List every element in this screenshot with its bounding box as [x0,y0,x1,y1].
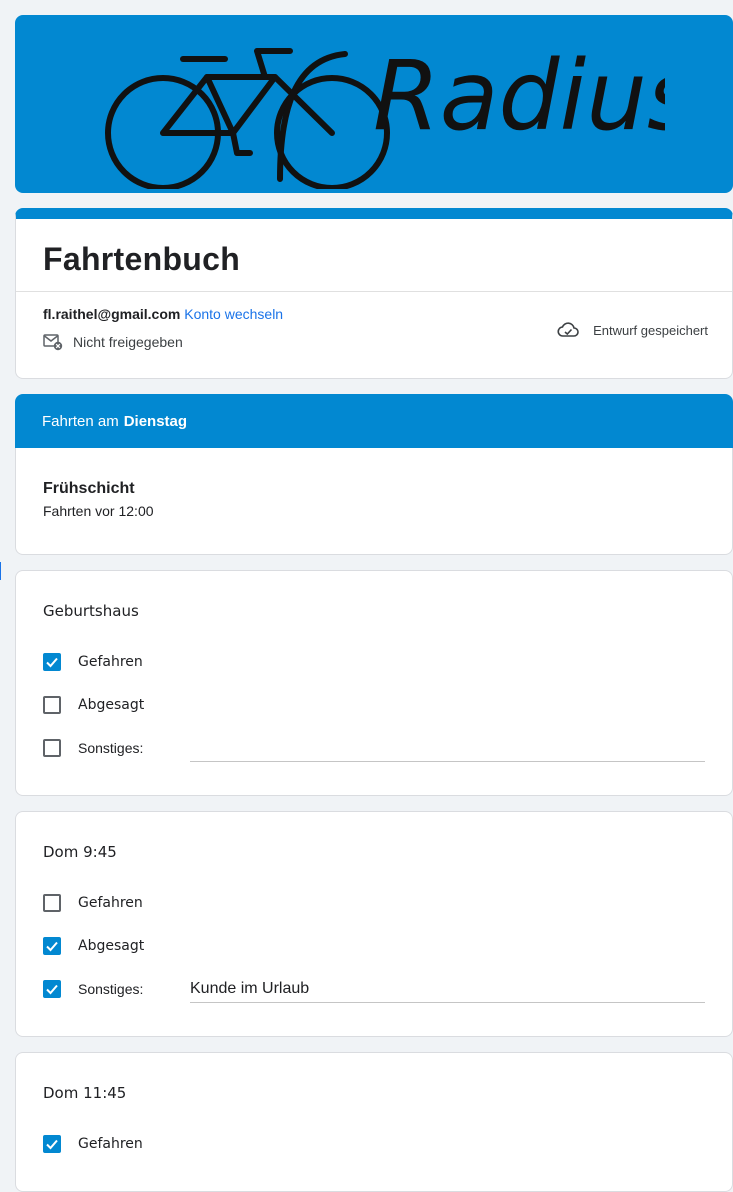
title-divider [16,291,732,292]
radius-logo: Radius [105,40,665,189]
checkbox[interactable] [43,979,61,998]
check-icon [46,1139,58,1149]
checkbox[interactable] [43,936,61,955]
mail-off-icon [43,334,63,351]
checkbox[interactable] [43,893,61,912]
option-label: Abgesagt [78,937,145,954]
option-abgesagt[interactable]: Abgesagt [43,683,705,726]
option-sonstiges[interactable]: Sonstiges: [43,726,705,769]
form-title: Fahrtenbuch [43,241,241,277]
header-banner: Radius [15,15,733,193]
question-card: Dom 9:45 Gefahren Abgesagt Sonstiges: [15,811,733,1037]
section-header: Fahrten am Dienstag [15,394,733,448]
option-sonstiges[interactable]: Sonstiges: [43,967,705,1010]
share-status: Nicht freigegeben [43,333,183,351]
question-title: Geburtshaus [43,602,139,620]
checkbox[interactable] [43,738,61,757]
cloud-done-icon [557,322,579,337]
option-label: Sonstiges: [78,739,144,756]
check-icon [46,984,58,994]
checkbox[interactable] [43,652,61,671]
not-shared-label: Nicht freigegeben [73,334,183,350]
form-container: Radius Fahrtenbuch fl.raithel@gmail.com … [15,15,733,1192]
option-label: Gefahren [78,1135,143,1152]
option-label: Gefahren [78,894,143,911]
question-title: Dom 11:45 [43,1084,127,1102]
option-label: Gefahren [78,653,143,670]
option-label: Sonstiges: [78,980,144,997]
checkbox[interactable] [43,1134,61,1153]
question-card: Geburtshaus Gefahren Abgesagt Sonstiges: [15,570,733,796]
check-icon [46,657,58,667]
option-abgesagt[interactable]: Abgesagt [43,924,705,967]
option-gefahren[interactable]: Gefahren [43,640,705,683]
switch-account-link[interactable]: Konto wechseln [184,306,283,322]
check-icon [46,941,58,951]
other-text-input[interactable] [190,735,705,762]
option-gefahren[interactable]: Gefahren [43,881,705,924]
other-text-input[interactable] [190,976,705,1003]
section-header-prefix: Fahrten am [42,412,119,430]
section-header-day: Dienstag [123,412,188,430]
account-row: fl.raithel@gmail.com Konto wechseln [43,306,283,322]
page-edge-marker [0,562,1,580]
question-card: Dom 11:45 Gefahren [15,1052,733,1192]
section-description: Fahrten vor 12:00 [43,503,154,519]
question-title: Dom 9:45 [43,843,117,861]
account-email: fl.raithel@gmail.com [43,306,181,322]
section-title: Frühschicht [43,480,135,497]
bicycle-icon [105,48,390,189]
logo-text: Radius [373,40,665,152]
option-label: Abgesagt [78,696,145,713]
section-description-card: Frühschicht Fahrten vor 12:00 [15,448,733,555]
checkbox[interactable] [43,695,61,714]
draft-status-label: Entwurf gespeichert [593,322,708,338]
form-title-card: Fahrtenbuch fl.raithel@gmail.com Konto w… [15,208,733,379]
draft-status: Entwurf gespeichert [557,322,708,338]
